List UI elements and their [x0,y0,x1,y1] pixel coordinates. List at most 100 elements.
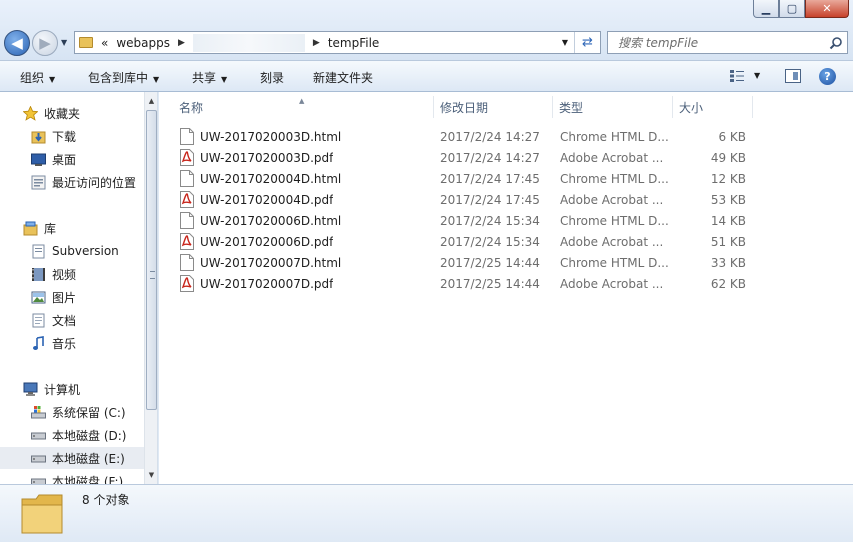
nav-item-drive-e[interactable]: 本地磁盘 (E:) [0,447,144,469]
column-header-date[interactable]: 修改日期 [434,96,553,118]
recent-places-icon [30,174,46,190]
nav-item-documents[interactable]: 文档 [0,309,144,331]
nav-favorites[interactable]: 收藏夹 [0,102,144,124]
file-name: UW-2017020006D.html [200,213,342,228]
nav-item-downloads[interactable]: 下载 [0,125,144,147]
breadcrumb-segment-webapps[interactable]: webapps [116,36,170,50]
nav-item-desktop[interactable]: 桌面 [0,148,144,170]
table-row[interactable]: UW-2017020004D.html 2017/2/24 17:45 Chrome… [177,168,749,189]
nav-item-subversion[interactable]: Subversion [0,240,144,262]
file-name: UW-2017020004D.html [200,171,342,186]
html-file-icon [180,128,194,145]
nav-item-recent-places[interactable]: 最近访问的位置 [0,171,144,193]
pdf-file-icon [180,191,194,208]
nav-item-pictures[interactable]: 图片 [0,286,144,308]
recent-pages-button[interactable]: ▼ [61,38,67,47]
nav-item-videos[interactable]: 视频 [0,263,144,285]
breadcrumb-separator[interactable]: ▶ [178,38,185,48]
breadcrumb-overflow[interactable]: « [101,36,108,50]
nav-item-drive-d[interactable]: 本地磁盘 (D:) [0,424,144,446]
pdf-file-icon [180,233,194,250]
table-row[interactable]: UW-2017020007D.pdf 2017/2/25 14:44 Adobe A… [177,273,749,294]
nav-item-label: 桌面 [52,152,77,167]
scroll-down-button[interactable]: ▼ [145,468,157,482]
forward-button[interactable]: ▶ [32,30,58,56]
nav-item-label: 视频 [52,267,77,282]
include-in-library-menu[interactable]: 包含到库中 ▼ [88,69,159,86]
help-icon[interactable]: ? [819,68,836,85]
file-size: 53 KB [710,192,746,207]
search-icon[interactable] [829,36,843,50]
table-row[interactable]: UW-2017020003D.html 2017/2/24 14:27 Chrome… [177,126,749,147]
share-label: 共享 [192,71,217,85]
folder-icon [79,37,93,48]
file-name: UW-2017020007D.html [200,255,342,270]
close-button[interactable]: ✕ [805,0,849,18]
scroll-up-button[interactable]: ▲ [145,94,157,108]
refresh-button[interactable]: ⇄ [574,32,600,53]
nav-favorites-label: 收藏夹 [44,106,81,121]
folder-icon [21,494,63,534]
file-date: 2017/2/24 14:27 [440,129,540,144]
file-size: 6 KB [718,129,746,144]
computer-icon [22,381,38,397]
table-row[interactable]: UW-2017020006D.html 2017/2/24 15:34 Chrome… [177,210,749,231]
table-row[interactable]: UW-2017020006D.pdf 2017/2/24 15:34 Adobe A… [177,231,749,252]
navigation-pane: 收藏夹 下载 桌面 最近访问的位置 库 Subversion 视频 图片 文档 … [0,92,158,484]
column-header-name[interactable]: ▲ 名称 [159,96,434,118]
table-row[interactable]: UW-2017020003D.pdf 2017/2/24 14:27 Adobe A… [177,147,749,168]
pdf-file-icon [180,275,194,292]
nav-computer[interactable]: 计算机 [0,378,144,400]
file-date: 2017/2/24 17:45 [440,171,540,186]
html-file-icon [180,170,194,187]
address-bar[interactable]: « webapps ▶ ▶ tempFile ▼ ⇄ [74,31,601,54]
nav-libraries[interactable]: 库 [0,217,144,239]
share-menu[interactable]: 共享 ▼ [192,69,227,86]
view-options-icon[interactable] [730,70,744,82]
caption-buttons: ▁ ▢ ✕ [753,0,849,18]
table-row[interactable]: UW-2017020007D.html 2017/2/25 14:44 Chrome… [177,252,749,273]
nav-item-drive-f[interactable]: 本地磁盘 (F:) [0,470,144,484]
back-button[interactable]: ◀ [4,30,30,56]
search-box[interactable]: 搜索 tempFile [607,31,848,54]
refresh-icon: ⇄ [582,35,593,50]
breadcrumb-segment-redacted[interactable] [192,33,305,52]
document-icon [30,312,46,328]
nav-item-label: 本地磁盘 (E:) [52,451,125,466]
nav-item-label: 下载 [52,129,77,144]
preview-pane-icon[interactable] [785,69,801,83]
nav-item-label: 文档 [52,313,77,328]
file-type: Adobe Acrobat ... [560,276,664,291]
nav-item-music[interactable]: 音乐 [0,332,144,354]
html-file-icon [180,254,194,271]
address-dropdown-button[interactable]: ▼ [558,32,572,53]
breadcrumb-separator[interactable]: ▶ [313,38,320,48]
music-icon [30,335,46,351]
file-name: UW-2017020003D.pdf [200,150,334,165]
view-options-dropdown[interactable]: ▼ [754,71,760,80]
organize-menu[interactable]: 组织 ▼ [20,69,55,86]
file-size: 51 KB [710,234,746,249]
column-header-type[interactable]: 类型 [553,96,673,118]
hard-drive-icon [30,450,46,466]
column-header-size[interactable]: 大小 [673,96,753,118]
hard-drive-icon [30,427,46,443]
chevron-down-icon: ▼ [221,75,228,84]
details-pane: 8 个对象 [0,484,853,542]
column-header-type-label: 类型 [559,100,584,115]
file-type: Adobe Acrobat ... [560,150,664,165]
file-size: 12 KB [710,171,746,186]
table-row[interactable]: UW-2017020004D.pdf 2017/2/24 17:45 Adobe A… [177,189,749,210]
nav-item-drive-c[interactable]: 系统保留 (C:) [0,401,144,423]
navigation-scrollbar[interactable]: ▲ ▼ [144,92,157,484]
breadcrumb-segment-tempfile[interactable]: tempFile [328,36,379,50]
column-header-size-label: 大小 [679,100,704,115]
maximize-button[interactable]: ▢ [779,0,805,18]
burn-button[interactable]: 刻录 [260,69,284,86]
new-folder-button[interactable]: 新建文件夹 [313,69,373,86]
file-name: UW-2017020004D.pdf [200,192,334,207]
file-name: UW-2017020003D.html [200,129,342,144]
search-input[interactable]: 搜索 tempFile [618,34,698,51]
minimize-button[interactable]: ▁ [753,0,779,18]
scrollbar-thumb[interactable] [146,110,157,410]
